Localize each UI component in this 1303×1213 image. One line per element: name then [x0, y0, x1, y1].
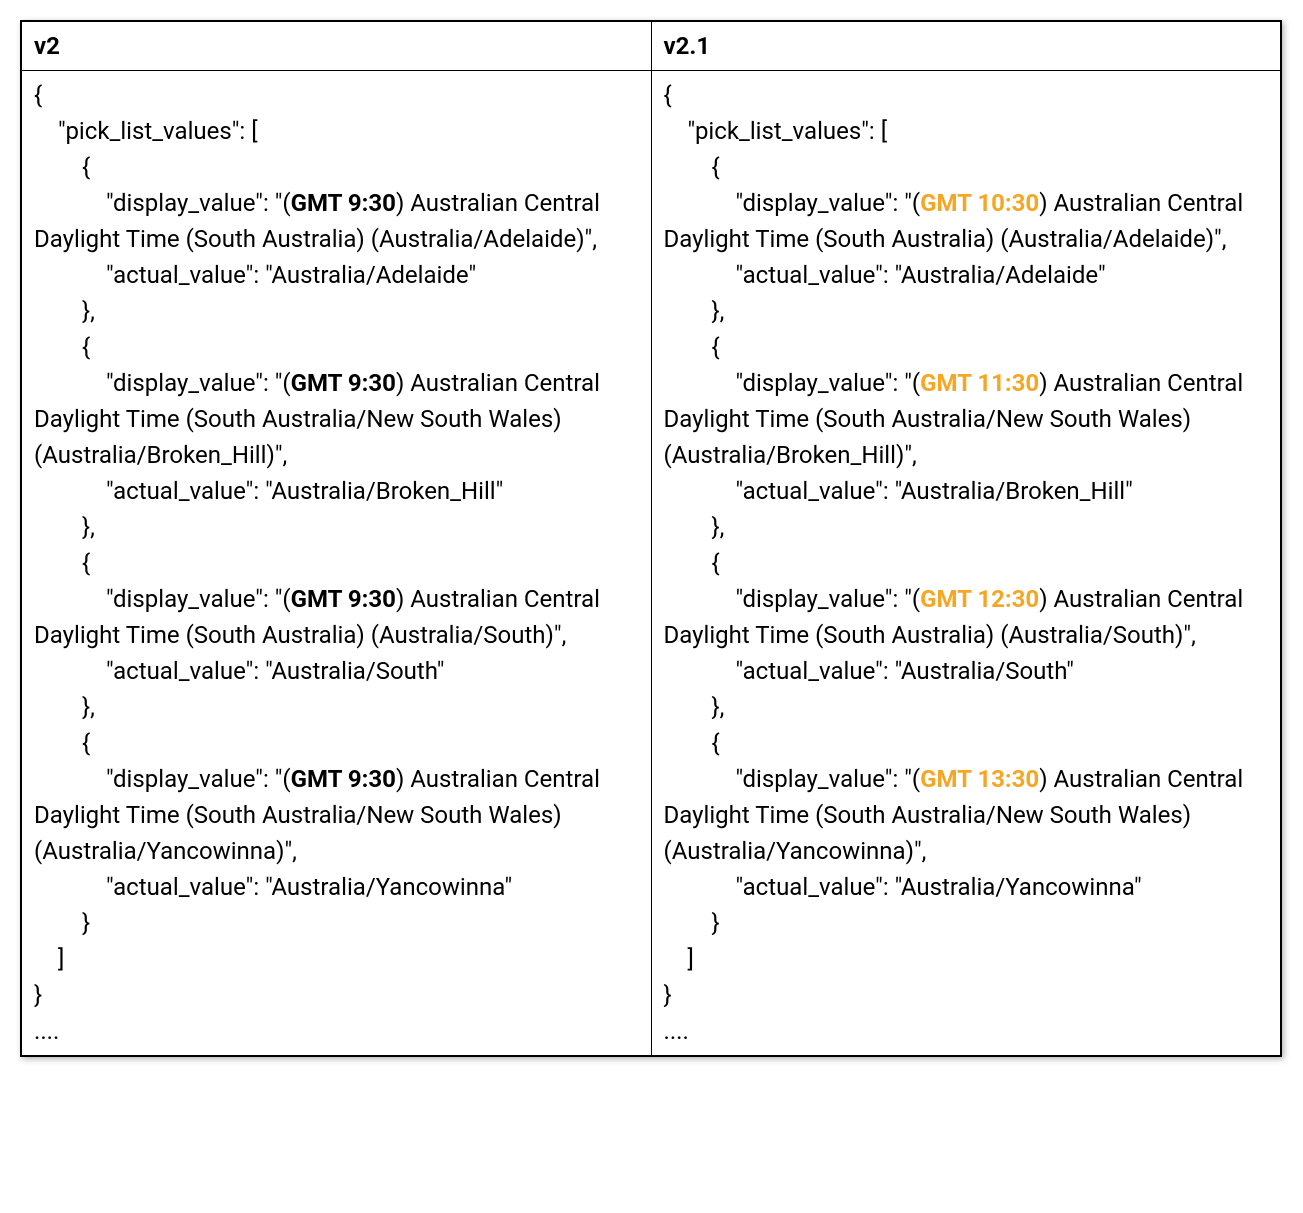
code-v2: { "pick_list_values": [ { "display_value…: [34, 77, 639, 1049]
entry: "display_value": "(GMT 12:30) Australian…: [664, 581, 1269, 653]
entry: "display_value": "(GMT 9:30) Australian …: [34, 581, 639, 653]
entry: "display_value": "(GMT 13:30) Australian…: [664, 761, 1269, 869]
cell-v2: { "pick_list_values": [ { "display_value…: [22, 71, 652, 1056]
header-v21: v2.1: [651, 22, 1281, 71]
entry: "display_value": "(GMT 11:30) Australian…: [664, 365, 1269, 473]
code-v21: { "pick_list_values": [ { "display_value…: [664, 77, 1269, 1049]
cell-v21: { "pick_list_values": [ { "display_value…: [651, 71, 1281, 1056]
entry: "display_value": "(GMT 9:30) Australian …: [34, 365, 639, 473]
comparison-table-wrapper: v2 v2.1 { "pick_list_values": [ { "displ…: [20, 20, 1282, 1057]
entry: "display_value": "(GMT 9:30) Australian …: [34, 185, 639, 257]
entry: "display_value": "(GMT 10:30) Australian…: [664, 185, 1269, 257]
entry: "display_value": "(GMT 9:30) Australian …: [34, 761, 639, 869]
comparison-table: v2 v2.1 { "pick_list_values": [ { "displ…: [21, 21, 1281, 1056]
header-v2: v2: [22, 22, 652, 71]
